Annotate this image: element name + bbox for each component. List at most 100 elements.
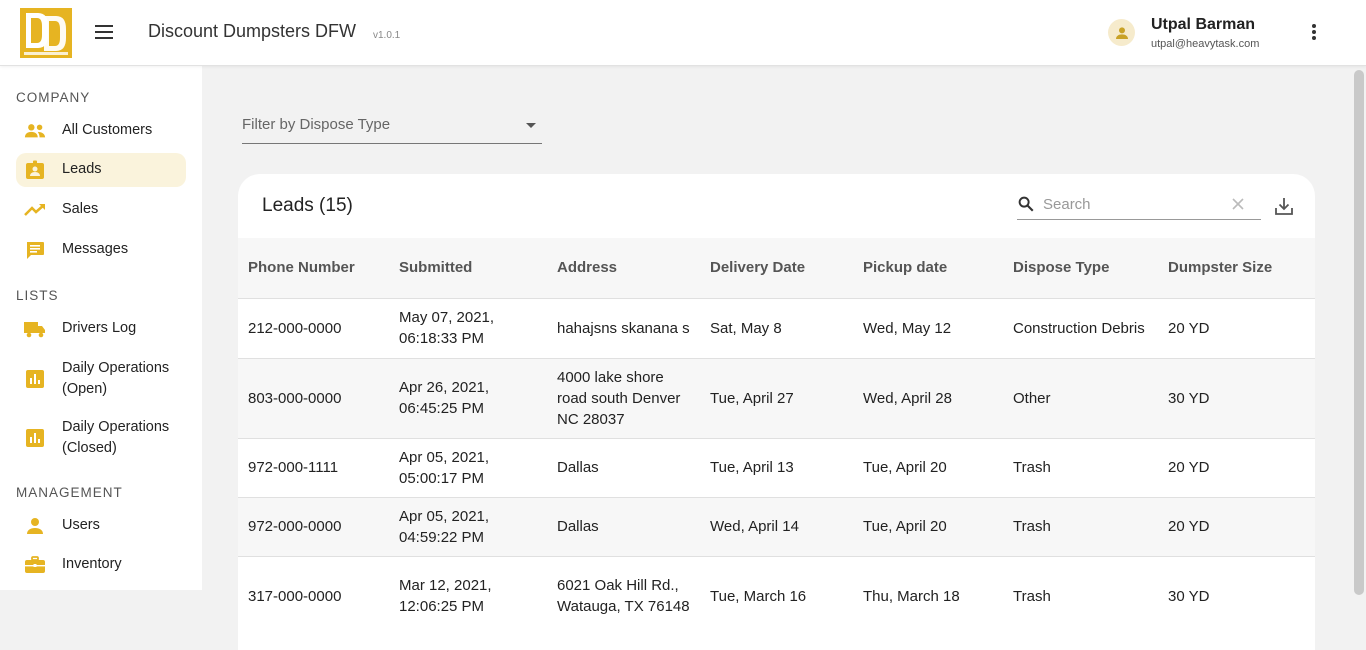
column-header-delivery-date[interactable]: Delivery Date (700, 238, 853, 298)
column-header-submitted[interactable]: Submitted (389, 238, 547, 298)
sidebar-item-users[interactable]: Users (16, 509, 186, 543)
sidebar-item-daily-operations-closed[interactable]: Daily Operations (Closed) (16, 413, 186, 463)
search-field[interactable] (1017, 192, 1261, 220)
cell-pickup-date: Wed, April 28 (853, 357, 1003, 438)
cell-submitted: Apr 05, 2021, 05:00:17 PM (389, 437, 547, 497)
cell-delivery-date: Sat, May 8 (700, 297, 853, 358)
close-icon[interactable] (1230, 196, 1246, 212)
chevron-down-icon (526, 123, 536, 128)
cell-phone: 972-000-0000 (238, 496, 389, 556)
column-header-phone[interactable]: Phone Number (238, 238, 389, 298)
sidebar-item-inventory[interactable]: Inventory (16, 548, 186, 582)
cell-phone: 212-000-0000 (238, 297, 389, 358)
cell-submitted: May 07, 2021, 06:18:33 PM (389, 297, 547, 358)
app-header: Discount Dumpsters DFW v1.0.1 Utpal Barm… (0, 0, 1366, 66)
bar-chart-icon (24, 368, 46, 390)
search-input[interactable] (1043, 193, 1223, 215)
download-icon[interactable] (1273, 195, 1295, 217)
cell-address: Dallas (547, 437, 700, 497)
sidebar-item-leads[interactable]: Leads (16, 153, 186, 187)
cell-delivery-date: Wed, April 14 (700, 496, 853, 556)
table-row[interactable]: 972-000-1111 Apr 05, 2021, 05:00:17 PM D… (238, 437, 1315, 497)
cell-dispose-type: Trash (1003, 496, 1158, 556)
dispose-type-filter[interactable]: Filter by Dispose Type (242, 110, 542, 144)
app-title: Discount Dumpsters DFW (148, 21, 357, 41)
column-header-pickup-date[interactable]: Pickup date (853, 238, 1003, 298)
cell-submitted: Mar 12, 2021, 12:06:25 PM (389, 555, 547, 636)
cell-address: hahajsns skanana s (547, 297, 700, 358)
sidebar-item-label: Inventory (62, 556, 122, 572)
sidebar: COMPANY All Customers Leads Sales Messag… (0, 66, 202, 590)
leads-title: Leads (15) (262, 195, 353, 216)
cell-dispose-type: Trash (1003, 437, 1158, 497)
user-email: utpal@heavytask.com (1151, 38, 1260, 50)
sidebar-item-label: All Customers (62, 122, 153, 138)
cell-submitted: Apr 05, 2021, 04:59:22 PM (389, 496, 547, 556)
briefcase-icon (24, 554, 46, 576)
sidebar-footer-area (0, 590, 202, 650)
bar-chart-icon (24, 427, 46, 449)
cell-delivery-date: Tue, April 27 (700, 357, 853, 438)
section-label-management: MANAGEMENT (16, 485, 123, 500)
user-avatar-icon[interactable] (1108, 19, 1135, 46)
column-header-dispose-type[interactable]: Dispose Type (1003, 238, 1158, 298)
cell-dumpster-size: 20 YD (1158, 496, 1315, 556)
section-label-company: COMPANY (16, 90, 91, 105)
cell-delivery-date: Tue, April 13 (700, 437, 853, 497)
cell-pickup-date: Thu, March 18 (853, 555, 1003, 636)
company-logo[interactable] (20, 8, 72, 58)
cell-dispose-type: Trash (1003, 555, 1158, 636)
sidebar-item-label: Drivers Log (62, 320, 137, 336)
person-icon (24, 515, 46, 537)
sidebar-item-all-customers[interactable]: All Customers (16, 114, 186, 148)
cell-dumpster-size: 20 YD (1158, 297, 1315, 358)
cell-delivery-date: Tue, March 16 (700, 555, 853, 636)
cell-submitted: Apr 26, 2021, 06:45:25 PM (389, 357, 547, 438)
cell-dumpster-size: 30 YD (1158, 357, 1315, 438)
people-icon (24, 120, 46, 142)
table-row[interactable]: 317-000-0000 Mar 12, 2021, 12:06:25 PM 6… (238, 555, 1315, 636)
app-version: v1.0.1 (373, 30, 401, 41)
page-scrollbar[interactable] (1354, 70, 1364, 595)
sidebar-item-label: Users (62, 517, 100, 533)
section-label-lists: LISTS (16, 288, 59, 303)
cell-phone: 317-000-0000 (238, 555, 389, 636)
cell-pickup-date: Tue, April 20 (853, 437, 1003, 497)
sidebar-item-label: Messages (62, 241, 129, 257)
cell-pickup-date: Wed, May 12 (853, 297, 1003, 358)
cell-dumpster-size: 30 YD (1158, 555, 1315, 636)
table-row[interactable]: 212-000-0000 May 07, 2021, 06:18:33 PM h… (238, 297, 1315, 358)
table-header-row: Phone Number Submitted Address Delivery … (238, 238, 1315, 298)
leads-card: Leads (15) Phone Number Submitted Addres… (238, 174, 1315, 650)
filter-label: Filter by Dispose Type (242, 116, 391, 133)
sidebar-item-label: Daily Operations (Open) (62, 360, 170, 397)
cell-dumpster-size: 20 YD (1158, 437, 1315, 497)
search-icon (1018, 196, 1034, 212)
more-vertical-icon[interactable] (1302, 20, 1326, 44)
cell-address: 6021 Oak Hill Rd., Watauga, TX 76148 (547, 555, 700, 636)
sidebar-item-drivers-log[interactable]: Drivers Log (16, 312, 186, 346)
sidebar-item-label: Daily Operations (Closed) (62, 419, 170, 456)
table-row[interactable]: 803-000-0000 Apr 26, 2021, 06:45:25 PM 4… (238, 357, 1315, 438)
table-row[interactable]: 972-000-0000 Apr 05, 2021, 04:59:22 PM D… (238, 496, 1315, 556)
sidebar-item-messages[interactable]: Messages (16, 233, 186, 267)
sidebar-item-sales[interactable]: Sales (16, 193, 186, 227)
cell-phone: 803-000-0000 (238, 357, 389, 438)
sidebar-item-label: Sales (62, 201, 99, 217)
column-header-dumpster-size[interactable]: Dumpster Size (1158, 238, 1315, 298)
cell-dispose-type: Construction Debris (1003, 297, 1158, 358)
leads-table: Phone Number Submitted Address Delivery … (238, 238, 1315, 636)
cell-address: 4000 lake shore road south Denver NC 280… (547, 357, 700, 438)
message-icon (24, 239, 46, 261)
sidebar-item-daily-operations-open[interactable]: Daily Operations (Open) (16, 354, 186, 404)
cell-dispose-type: Other (1003, 357, 1158, 438)
sidebar-item-label: Leads (62, 161, 102, 177)
user-name: Utpal Barman (1151, 16, 1256, 33)
contact-badge-icon (24, 159, 46, 181)
trending-up-icon (24, 199, 46, 221)
truck-icon (24, 318, 46, 340)
hamburger-menu-icon[interactable] (92, 20, 116, 44)
column-header-address[interactable]: Address (547, 238, 700, 298)
cell-phone: 972-000-1111 (238, 437, 389, 497)
cell-pickup-date: Tue, April 20 (853, 496, 1003, 556)
